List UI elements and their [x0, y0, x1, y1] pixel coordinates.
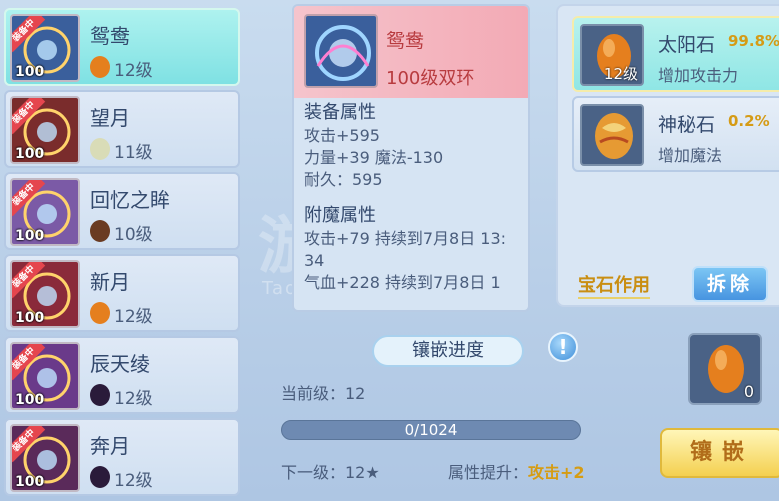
detail-level: 100级双环: [386, 68, 475, 89]
attr-boost-value: 攻击+2: [528, 463, 585, 482]
gem-slot-count: 0: [743, 382, 754, 401]
gem-icon: [90, 138, 110, 160]
progress-bar: 0/1024: [281, 420, 581, 440]
gem-level: 12级: [114, 471, 153, 491]
equipment-level: 100: [15, 310, 45, 326]
gem-icon: [90, 56, 110, 78]
inlay-button[interactable]: 镶嵌: [660, 428, 779, 478]
equipment-name: 鸳鸯: [90, 24, 130, 48]
gem-icon: [90, 466, 110, 488]
equip-attr-line: 力量+39 魔法-130: [304, 148, 444, 167]
gem-slot[interactable]: 0: [688, 333, 762, 405]
stone-percent: 0.2%: [728, 112, 770, 130]
info-icon[interactable]: !: [548, 332, 578, 362]
equipment-name: 奔月: [90, 434, 130, 458]
equipment-name: 新月: [90, 270, 130, 294]
equipment-item[interactable]: 装备中 100 回忆之眸 10级: [4, 172, 240, 250]
stone-desc: 增加魔法: [658, 146, 723, 165]
stones-panel: 12级 太阳石 99.8% 增加攻击力 神秘石 0.2% 增加魔法: [556, 4, 779, 307]
detail-name: 鸳鸯: [386, 30, 425, 52]
equipment-level: 100: [15, 64, 45, 80]
equipment-icon: 装备中 100: [10, 342, 80, 410]
stone-mystery[interactable]: 神秘石 0.2% 增加魔法: [572, 96, 779, 172]
stone-percent: 99.8%: [728, 32, 779, 50]
mystery-stone-icon: [580, 104, 644, 166]
stone-desc: 增加攻击力: [658, 66, 739, 85]
equipment-level: 100: [15, 474, 45, 490]
stone-name: 太阳石: [658, 34, 716, 56]
equipment-level: 100: [15, 146, 45, 162]
equip-attr-title: 装备属性: [304, 102, 376, 123]
enchant-attr-line: 攻击+79 持续到7月8日 13:: [304, 229, 507, 248]
gem-icon: [90, 384, 110, 406]
equipment-icon: 装备中 100: [10, 260, 80, 328]
equipment-level: 100: [15, 228, 45, 244]
equip-attr-line: 耐久：595: [304, 170, 383, 189]
gem-icon: [90, 220, 110, 242]
equipment-detail-card: 鸳鸯 100级双环 装备属性 攻击+595 力量+39 魔法-130 耐久：59…: [292, 4, 530, 312]
inlay-progress-title: 镶嵌进度: [372, 335, 524, 367]
equipment-item[interactable]: 装备中 100 望月 11级: [4, 90, 240, 168]
equip-attr-line: 攻击+595: [304, 126, 380, 145]
equipment-icon: 装备中 100: [10, 14, 80, 82]
gem-level: 12级: [114, 307, 153, 327]
enchant-attr-line: 气血+228 持续到7月8日 1: [304, 273, 501, 292]
equipment-item[interactable]: 装备中 100 奔月 12级: [4, 418, 240, 496]
detail-weapon-image: [304, 14, 378, 88]
equipment-icon: 装备中 100: [10, 96, 80, 164]
equipment-icon: 装备中 100: [10, 178, 80, 246]
detail-header: 鸳鸯 100级双环: [294, 6, 528, 98]
equipment-item[interactable]: 装备中 100 辰天绫 12级: [4, 336, 240, 414]
gem-icon: [90, 302, 110, 324]
next-level: 下一级：12★: [281, 463, 380, 482]
equipment-item[interactable]: 装备中 100 新月 12级: [4, 254, 240, 332]
remove-button[interactable]: 拆除: [692, 266, 768, 302]
stone-name: 神秘石: [658, 114, 716, 136]
stone-sun[interactable]: 12级 太阳石 99.8% 增加攻击力: [572, 16, 779, 92]
equipment-level: 100: [15, 392, 45, 408]
equipment-item[interactable]: 装备中 100 鸳鸯 12级: [4, 8, 240, 86]
progress-text: 0/1024: [404, 421, 458, 439]
equipment-icon: 装备中 100: [10, 424, 80, 492]
gem-level: 10级: [114, 225, 153, 245]
equipment-name: 回忆之眸: [90, 188, 170, 212]
enchant-attr-line: 34: [304, 251, 325, 270]
equipment-name: 辰天绫: [90, 352, 150, 376]
gem-level: 12级: [114, 61, 153, 81]
gem-effect-label[interactable]: 宝石作用: [578, 271, 650, 299]
gem-level: 11级: [114, 143, 153, 163]
sun-stone-icon: 12级: [580, 24, 644, 86]
equipment-name: 望月: [90, 106, 130, 130]
attr-boost: 属性提升：攻击+2: [448, 463, 585, 482]
gem-level: 12级: [114, 389, 153, 409]
equipment-list: 装备中 100 鸳鸯 12级 装备中 100 望月 11级 装备中 100 回忆…: [0, 0, 244, 501]
current-level: 当前级：12: [281, 384, 366, 403]
enchant-attr-title: 附魔属性: [304, 205, 376, 226]
